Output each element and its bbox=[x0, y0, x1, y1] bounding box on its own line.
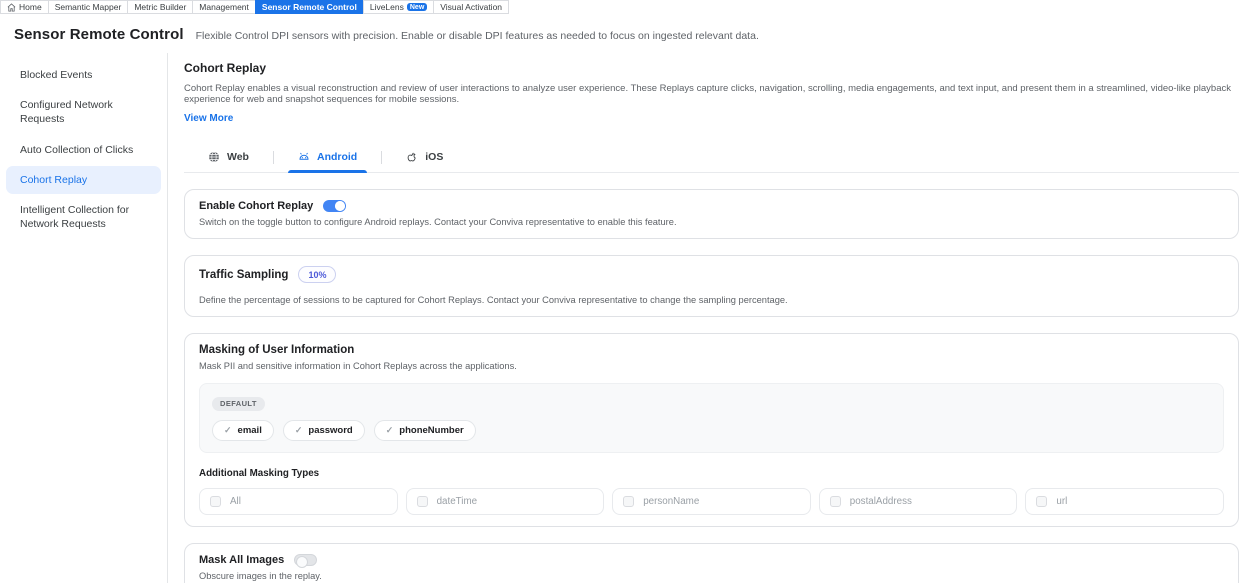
sidebar-item-blocked-events[interactable]: Blocked Events bbox=[6, 61, 161, 89]
nav-tab-semantic-mapper[interactable]: Semantic Mapper bbox=[48, 0, 129, 14]
home-icon bbox=[7, 3, 16, 12]
chip-password: ✓ password bbox=[283, 420, 365, 441]
check-icon: ✓ bbox=[386, 425, 394, 436]
card-description: Define the percentage of sessions to be … bbox=[199, 295, 1224, 305]
nav-tab-visual-activation[interactable]: Visual Activation bbox=[433, 0, 509, 14]
nav-tab-sensor-remote-control[interactable]: Sensor Remote Control bbox=[255, 0, 364, 14]
enable-cohort-replay-toggle[interactable] bbox=[323, 200, 346, 212]
default-chips: ✓ email ✓ password ✓ phoneNumber bbox=[212, 420, 1211, 441]
card-title: Masking of User Information bbox=[199, 344, 354, 356]
additional-masking-types-label: Additional Masking Types bbox=[199, 468, 1224, 479]
main-content: Cohort Replay Cohort Replay enables a vi… bbox=[168, 53, 1255, 583]
tab-web[interactable]: Web bbox=[184, 142, 273, 172]
checkbox-icon bbox=[830, 496, 841, 507]
nav-tab-label: Visual Activation bbox=[440, 2, 502, 12]
tab-label: Web bbox=[227, 151, 249, 163]
tab-android[interactable]: Android bbox=[274, 142, 381, 172]
nav-tab-management[interactable]: Management bbox=[192, 0, 256, 14]
checkbox-postaladdress[interactable]: postalAddress bbox=[819, 488, 1018, 515]
checkbox-icon bbox=[623, 496, 634, 507]
page-header: Sensor Remote Control Flexible Control D… bbox=[0, 14, 1255, 53]
check-icon: ✓ bbox=[295, 425, 303, 436]
card-description: Obscure images in the replay. bbox=[199, 571, 1224, 581]
card-title: Mask All Images bbox=[199, 554, 284, 566]
section-description: Cohort Replay enables a visual reconstru… bbox=[184, 83, 1239, 105]
checkbox-personname[interactable]: personName bbox=[612, 488, 811, 515]
nav-tab-label: Home bbox=[19, 2, 42, 12]
card-description: Mask PII and sensitive information in Co… bbox=[199, 361, 1224, 371]
nav-tab-label: Metric Builder bbox=[134, 2, 186, 12]
checkbox-datetime[interactable]: dateTime bbox=[406, 488, 605, 515]
tab-label: iOS bbox=[425, 151, 443, 163]
sidebar: Blocked Events Configured Network Reques… bbox=[0, 53, 168, 583]
sampling-percentage-badge: 10% bbox=[298, 266, 336, 283]
enable-cohort-replay-card: Enable Cohort Replay Switch on the toggl… bbox=[184, 189, 1239, 239]
view-more-link[interactable]: View More bbox=[184, 113, 233, 124]
nav-tab-label: Semantic Mapper bbox=[55, 2, 122, 12]
new-badge: New bbox=[407, 3, 427, 11]
checkbox-all[interactable]: All bbox=[199, 488, 398, 515]
section-title: Cohort Replay bbox=[184, 61, 1239, 75]
checkbox-icon bbox=[210, 496, 221, 507]
nav-tab-label: LiveLens bbox=[370, 2, 404, 12]
android-icon bbox=[298, 151, 310, 163]
apple-icon bbox=[406, 151, 418, 163]
globe-icon bbox=[208, 151, 220, 163]
checkbox-icon bbox=[1036, 496, 1047, 507]
checkbox-label: personName bbox=[643, 496, 699, 507]
sidebar-item-cohort-replay[interactable]: Cohort Replay bbox=[6, 166, 161, 194]
page-title: Sensor Remote Control bbox=[14, 26, 184, 43]
sidebar-item-intelligent-collection[interactable]: Intelligent Collection for Network Reque… bbox=[6, 196, 161, 238]
top-nav: Home Semantic Mapper Metric Builder Mana… bbox=[0, 0, 1255, 14]
nav-tab-label: Management bbox=[199, 2, 249, 12]
nav-tab-metric-builder[interactable]: Metric Builder bbox=[127, 0, 193, 14]
masking-card: Masking of User Information Mask PII and… bbox=[184, 333, 1239, 527]
additional-masking-options: All dateTime personName postalAddress ur… bbox=[199, 488, 1224, 515]
sidebar-item-auto-collection-of-clicks[interactable]: Auto Collection of Clicks bbox=[6, 136, 161, 164]
default-masking-panel: DEFAULT ✓ email ✓ password ✓ phoneNumber bbox=[199, 383, 1224, 453]
tab-ios[interactable]: iOS bbox=[382, 142, 467, 172]
checkbox-label: dateTime bbox=[437, 496, 477, 507]
card-title: Traffic Sampling bbox=[199, 269, 288, 281]
nav-tab-livelens[interactable]: LiveLens New bbox=[363, 0, 434, 14]
default-badge: DEFAULT bbox=[212, 397, 265, 411]
chip-phonenumber: ✓ phoneNumber bbox=[374, 420, 476, 441]
card-description: Switch on the toggle button to configure… bbox=[199, 217, 1224, 227]
checkbox-label: All bbox=[230, 496, 241, 507]
checkbox-url[interactable]: url bbox=[1025, 488, 1224, 515]
check-icon: ✓ bbox=[224, 425, 232, 436]
mask-all-images-card: Mask All Images Obscure images in the re… bbox=[184, 543, 1239, 583]
checkbox-label: postalAddress bbox=[850, 496, 912, 507]
nav-tab-label: Sensor Remote Control bbox=[262, 2, 357, 12]
chip-label: email bbox=[238, 425, 262, 436]
traffic-sampling-card: Traffic Sampling 10% Define the percenta… bbox=[184, 255, 1239, 317]
chip-label: password bbox=[308, 425, 352, 436]
mask-all-images-toggle[interactable] bbox=[294, 554, 317, 566]
chip-email: ✓ email bbox=[212, 420, 274, 441]
page-subtitle: Flexible Control DPI sensors with precis… bbox=[196, 30, 759, 42]
sidebar-item-configured-network-requests[interactable]: Configured Network Requests bbox=[6, 91, 161, 133]
platform-tabs: Web Android iOS bbox=[184, 142, 1239, 173]
card-title: Enable Cohort Replay bbox=[199, 200, 313, 212]
tab-label: Android bbox=[317, 151, 357, 163]
chip-label: phoneNumber bbox=[399, 425, 463, 436]
checkbox-label: url bbox=[1056, 496, 1067, 507]
checkbox-icon bbox=[417, 496, 428, 507]
nav-tab-home[interactable]: Home bbox=[0, 0, 49, 14]
